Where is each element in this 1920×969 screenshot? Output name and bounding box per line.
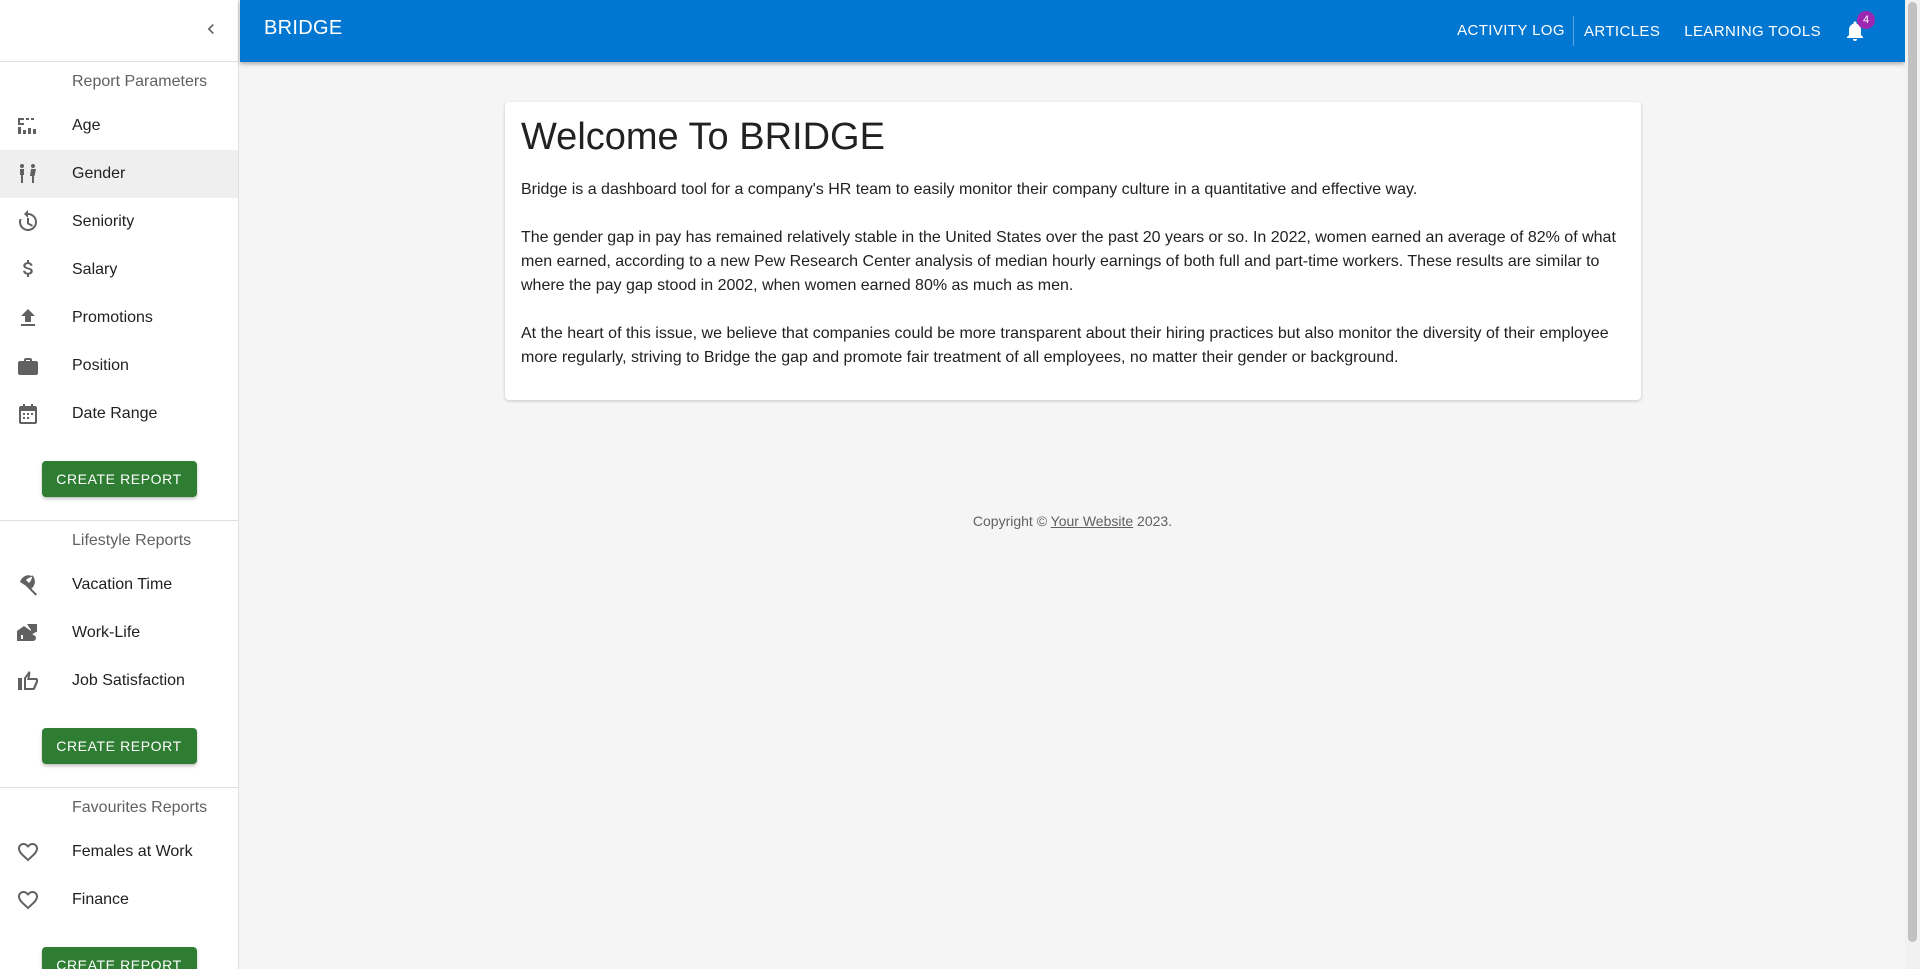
sidebar-item-label: Job Satisfaction <box>72 672 185 689</box>
create-report-button[interactable]: CREATE REPORT <box>41 947 197 969</box>
button-container: CREATE REPORT <box>0 924 238 969</box>
website-link[interactable]: Your Website <box>1051 513 1134 529</box>
sidebar-item-age[interactable]: Age <box>0 102 238 150</box>
sidebar: Report Parameters Age Gender Seniority S… <box>0 0 239 969</box>
mission-paragraph: At the heart of this issue, we believe t… <box>521 325 1609 366</box>
sidebar-item-label: Promotions <box>72 309 153 326</box>
nav-learning-tools[interactable]: LEARNING TOOLS <box>1676 23 1829 40</box>
sidebar-item-work-life[interactable]: Work-Life <box>0 609 238 657</box>
welcome-card: Welcome To BRIDGE Bridge is a dashboard … <box>505 102 1641 400</box>
nav-articles[interactable]: ARTICLES <box>1576 23 1668 40</box>
history-icon <box>0 210 72 234</box>
sidebar-item-label: Salary <box>72 261 118 278</box>
beach-umbrella-icon <box>0 573 72 597</box>
pay-gap-paragraph: The gender gap in pay has remained relat… <box>521 229 1616 294</box>
top-nav: ACTIVITY LOG ARTICLES LEARNING TOOLS 4 <box>1449 0 1905 62</box>
dollar-icon <box>0 258 72 282</box>
sidebar-item-label: Seniority <box>72 213 135 230</box>
copyright-suffix: 2023. <box>1133 513 1173 529</box>
scrollbar[interactable] <box>1905 0 1920 969</box>
sidebar-item-promotions[interactable]: Promotions <box>0 294 238 342</box>
sidebar-item-position[interactable]: Position <box>0 342 238 390</box>
sidebar-item-label: Work-Life <box>72 624 141 641</box>
collapse-sidebar-button[interactable] <box>196 14 226 44</box>
heart-icon <box>0 888 72 912</box>
sidebar-item-vacation-time[interactable]: Vacation Time <box>0 561 238 609</box>
app-title[interactable]: BRIDGE <box>264 17 342 40</box>
sidebar-item-seniority[interactable]: Seniority <box>0 198 238 246</box>
sidebar-item-label: Vacation Time <box>72 576 173 593</box>
gender-icon <box>0 162 72 186</box>
notification-badge: 4 <box>1857 11 1875 29</box>
sidebar-top <box>0 0 238 62</box>
thumbs-up-icon <box>0 669 72 693</box>
create-report-button[interactable]: CREATE REPORT <box>41 728 197 764</box>
section-header-report-parameters: Report Parameters <box>72 73 208 90</box>
sidebar-item-job-satisfaction[interactable]: Job Satisfaction <box>0 657 238 705</box>
sidebar-item-date-range[interactable]: Date Range <box>0 390 238 438</box>
nav-activity-log[interactable]: ACTIVITY LOG <box>1449 16 1574 46</box>
section-header-lifestyle-reports: Lifestyle Reports <box>72 532 192 549</box>
sidebar-item-salary[interactable]: Salary <box>0 246 238 294</box>
heart-icon <box>0 840 72 864</box>
notifications-button[interactable]: 4 <box>1843 11 1875 43</box>
sidebar-item-gender[interactable]: Gender <box>0 150 238 198</box>
app-bar: BRIDGE ACTIVITY LOG ARTICLES LEARNING TO… <box>240 0 1905 62</box>
sidebar-item-label: Finance <box>72 891 129 908</box>
page-title: Welcome To BRIDGE <box>521 116 885 158</box>
calendar-icon <box>0 402 72 426</box>
sidebar-item-label: Females at Work <box>72 843 193 860</box>
sidebar-item-label: Gender <box>72 165 126 182</box>
home-work-icon <box>0 621 72 645</box>
intro-paragraph: Bridge is a dashboard tool for a company… <box>521 181 1418 198</box>
age-icon <box>0 114 72 138</box>
briefcase-icon <box>0 354 72 378</box>
sidebar-item-finance[interactable]: Finance <box>0 876 238 924</box>
sidebar-item-females-at-work[interactable]: Females at Work <box>0 828 238 876</box>
chevron-left-icon <box>207 24 214 34</box>
section-header-favourites-reports: Favourites Reports <box>72 799 208 816</box>
button-container: CREATE REPORT <box>0 705 238 787</box>
button-container: CREATE REPORT <box>0 438 238 520</box>
footer: Copyright © Your Website 2023. <box>240 513 1905 529</box>
create-report-button[interactable]: CREATE REPORT <box>41 461 197 497</box>
copyright-prefix: Copyright © <box>972 513 1051 529</box>
sidebar-item-label: Position <box>72 357 129 374</box>
sidebar-item-label: Age <box>72 117 101 134</box>
scrollbar-thumb[interactable] <box>1908 2 1917 942</box>
sidebar-item-label: Date Range <box>72 405 158 422</box>
upload-icon <box>0 306 72 330</box>
